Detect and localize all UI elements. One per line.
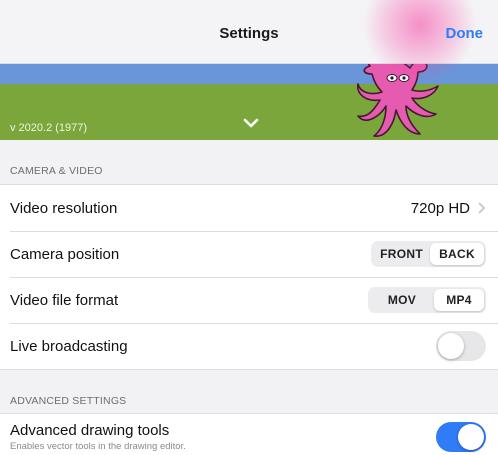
advanced-drawing-tools-toggle[interactable]: [436, 422, 486, 452]
live-broadcasting-control-container: [436, 323, 486, 369]
toggle-knob: [458, 424, 484, 450]
advanced-drawing-tools-description: Enables vector tools in the drawing edit…: [10, 441, 186, 452]
advanced-drawing-tools-row: Advanced drawing tools Enables vector to…: [0, 414, 498, 455]
app-banner: v 2020.2 (1977): [0, 64, 498, 140]
live-broadcasting-row: Live broadcasting: [0, 323, 498, 369]
app-version-label: v 2020.2 (1977): [10, 122, 88, 134]
camera-video-section-header: CAMERA & VIDEO: [10, 165, 103, 177]
camera-position-label: Camera position: [10, 245, 120, 263]
video-format-mov-segment[interactable]: MOV: [370, 289, 434, 311]
octopus-icon: [356, 64, 439, 137]
video-file-format-control-container: MOV MP4: [368, 277, 486, 323]
camera-position-control-container: FRONT BACK: [371, 231, 486, 277]
advanced-drawing-tools-label: Advanced drawing tools: [10, 422, 170, 439]
camera-video-group: Video resolution 720p HD Camera position…: [0, 184, 498, 370]
camera-position-front-segment[interactable]: FRONT: [373, 243, 430, 265]
video-resolution-row[interactable]: Video resolution 720p HD: [0, 185, 498, 231]
chevron-right-icon: [478, 202, 485, 214]
camera-position-segmented-control: FRONT BACK: [371, 241, 486, 267]
video-format-mp4-segment[interactable]: MP4: [434, 289, 484, 311]
navigation-bar: Settings: [0, 0, 498, 64]
toggle-knob: [438, 333, 464, 359]
video-file-format-label: Video file format: [10, 291, 119, 309]
video-resolution-value-container: 720p HD: [411, 185, 486, 231]
page-title: Settings: [219, 25, 279, 42]
camera-position-row: Camera position FRONT BACK: [0, 231, 498, 277]
video-resolution-value: 720p HD: [410, 199, 470, 217]
video-file-format-segmented-control: MOV MP4: [368, 287, 486, 313]
live-broadcasting-toggle[interactable]: [436, 331, 486, 361]
chevron-down-icon[interactable]: [243, 117, 259, 131]
advanced-settings-section-header: ADVANCED SETTINGS: [10, 395, 127, 407]
advanced-drawing-tools-control-container: [436, 414, 486, 455]
video-file-format-row: Video file format MOV MP4: [0, 277, 498, 323]
camera-position-back-segment[interactable]: BACK: [430, 243, 484, 265]
live-broadcasting-label: Live broadcasting: [10, 337, 128, 355]
video-resolution-label: Video resolution: [10, 199, 118, 217]
done-button[interactable]: Done: [446, 25, 484, 42]
advanced-settings-group: Advanced drawing tools Enables vector to…: [0, 413, 498, 455]
